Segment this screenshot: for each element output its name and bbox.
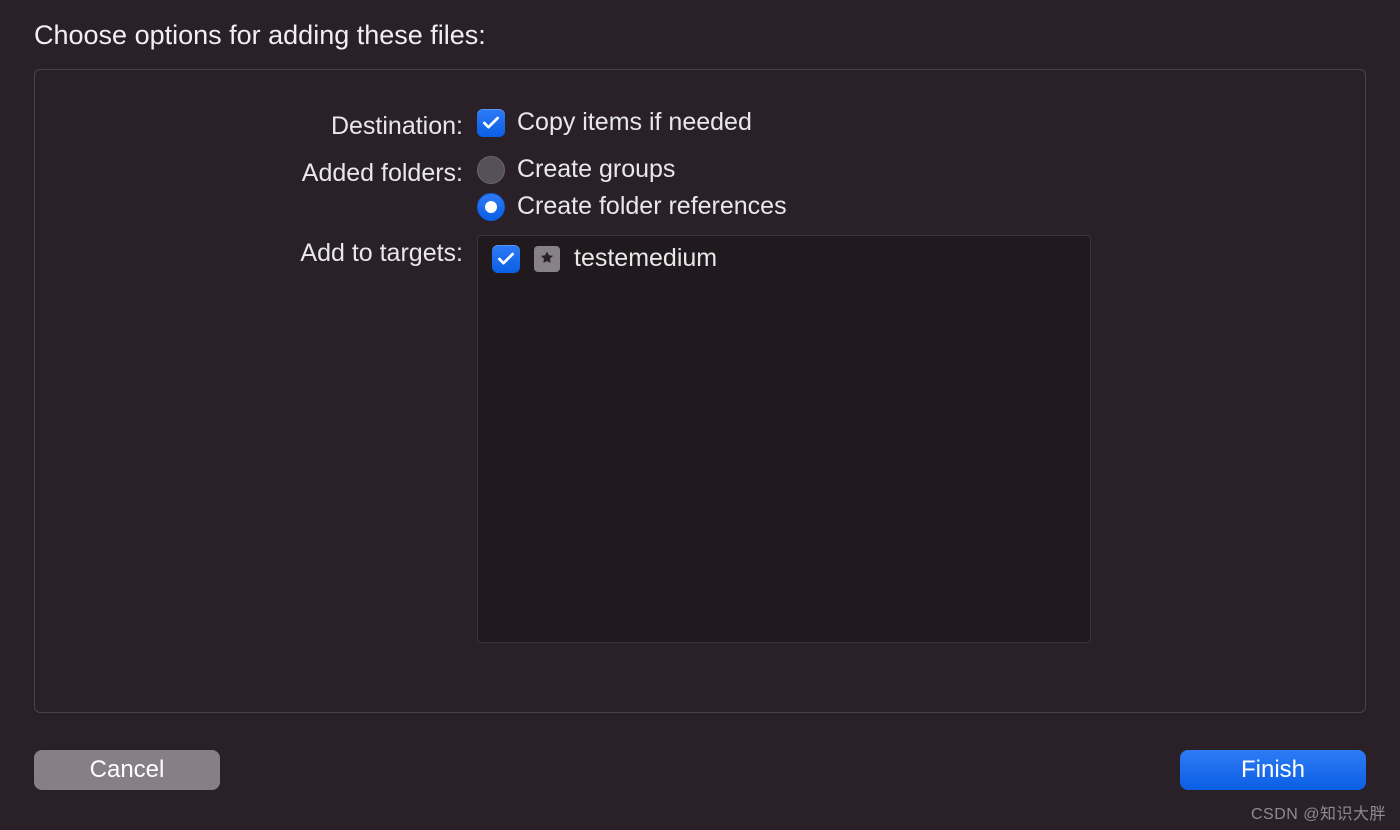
destination-row: Destination: Copy items if needed — [71, 108, 1329, 141]
cancel-button[interactable]: Cancel — [34, 750, 220, 790]
create-groups-radio[interactable] — [477, 156, 505, 184]
added-folders-label: Added folders: — [71, 155, 477, 188]
target-row[interactable]: testemedium — [478, 236, 1090, 281]
create-groups-option[interactable]: Create groups — [477, 155, 1329, 184]
create-folder-references-label: Create folder references — [517, 192, 787, 221]
create-groups-label: Create groups — [517, 155, 675, 184]
copy-items-label: Copy items if needed — [517, 108, 752, 137]
create-folder-references-option[interactable]: Create folder references — [477, 192, 1329, 221]
add-files-options-dialog: Choose options for adding these files: D… — [0, 0, 1400, 830]
target-checkbox[interactable] — [492, 245, 520, 273]
target-name: testemedium — [574, 244, 717, 273]
targets-list[interactable]: testemedium — [477, 235, 1091, 643]
copy-items-checkbox[interactable] — [477, 109, 505, 137]
create-folder-references-radio[interactable] — [477, 193, 505, 221]
dialog-title: Choose options for adding these files: — [0, 0, 1400, 69]
app-icon — [534, 246, 560, 272]
checkmark-icon — [496, 249, 516, 269]
add-to-targets-row: Add to targets: testemedium — [71, 235, 1329, 643]
checkmark-icon — [481, 113, 501, 133]
options-panel: Destination: Copy items if needed Added … — [34, 69, 1366, 713]
button-bar: Cancel Finish — [34, 750, 1366, 790]
finish-button[interactable]: Finish — [1180, 750, 1366, 790]
copy-items-option[interactable]: Copy items if needed — [477, 108, 1329, 137]
add-to-targets-label: Add to targets: — [71, 235, 477, 268]
added-folders-row: Added folders: Create groups Create fold… — [71, 155, 1329, 221]
destination-label: Destination: — [71, 108, 477, 141]
watermark-text: CSDN @知识大胖 — [1251, 800, 1386, 824]
